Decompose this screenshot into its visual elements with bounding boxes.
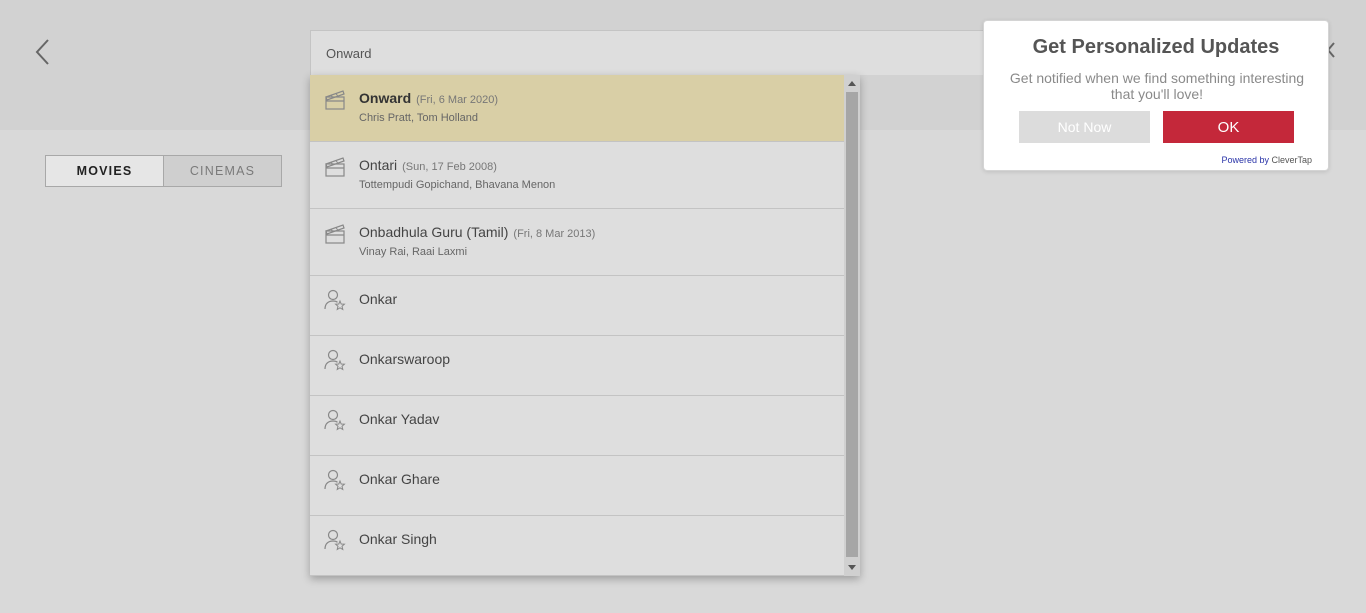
release-date: (Sun, 17 Feb 2008) xyxy=(402,161,497,173)
person-star-icon xyxy=(324,529,346,551)
person-star-icon xyxy=(324,409,346,431)
chevron-left-icon xyxy=(35,39,49,65)
suggestion-item[interactable]: Onkar Singh xyxy=(310,516,844,576)
person-name: Onkar Singh xyxy=(359,531,437,547)
suggestion-item[interactable]: Onkarswaroop xyxy=(310,336,844,396)
person-name: Onkar xyxy=(359,291,398,307)
search-field[interactable] xyxy=(310,30,1030,75)
person-name: Onkar Yadav xyxy=(359,411,440,427)
powered-by[interactable]: Powered by CleverTap xyxy=(1221,155,1312,165)
powered-by-prefix: Powered by xyxy=(1221,155,1272,165)
movie-title: Onward xyxy=(359,90,412,106)
scroll-down-icon[interactable] xyxy=(848,565,856,570)
category-tabs: MOVIES CINEMAS xyxy=(45,155,282,187)
tab-cinemas[interactable]: CINEMAS xyxy=(164,156,281,186)
tab-movies[interactable]: MOVIES xyxy=(46,156,164,186)
cast-list: Vinay Rai, Raai Laxmi xyxy=(359,246,468,258)
suggestion-item[interactable]: Onbadhula Guru (Tamil) (Fri, 8 Mar 2013) … xyxy=(310,209,844,276)
cast-list: Chris Pratt, Tom Holland xyxy=(359,112,479,124)
notification-prompt: Get Personalized Updates Get notified wh… xyxy=(983,20,1329,171)
notification-title: Get Personalized Updates xyxy=(1032,36,1280,58)
ok-button[interactable]: OK xyxy=(1163,111,1294,143)
clevertap-brand-a: Clever xyxy=(1271,155,1298,165)
person-name: Onkarswaroop xyxy=(359,351,451,367)
not-now-button[interactable]: Not Now xyxy=(1019,111,1150,143)
suggestion-item[interactable]: Onward (Fri, 6 Mar 2020) Chris Pratt, Tom… xyxy=(310,75,844,142)
person-name: Onkar Ghare xyxy=(359,471,440,487)
release-date: (Fri, 6 Mar 2020) xyxy=(416,94,499,106)
suggestion-item[interactable]: Onkar Ghare xyxy=(310,456,844,516)
suggestions-list: Onward (Fri, 6 Mar 2020) Chris Pratt, Tom… xyxy=(310,75,844,576)
clapperboard-icon xyxy=(325,90,345,110)
movie-title: Ontari xyxy=(359,157,398,173)
suggestion-title: Onward (Fri, 6 Mar 2020) xyxy=(359,90,498,106)
person-star-icon xyxy=(324,289,346,311)
suggestion-item[interactable]: Onkar xyxy=(310,276,844,336)
notification-message: Get notified when we find something inte… xyxy=(1009,70,1305,102)
search-suggestions-dropdown: Onward (Fri, 6 Mar 2020) Chris Pratt, Tom… xyxy=(310,75,860,576)
movie-title: Onbadhula Guru (Tamil) xyxy=(359,224,509,240)
suggestion-item[interactable]: Ontari (Sun, 17 Feb 2008) Tottempudi Gopi… xyxy=(310,142,844,209)
cast-list: Tottempudi Gopichand, Bhavana Menon xyxy=(359,179,556,191)
suggestion-title: Onbadhula Guru (Tamil) (Fri, 8 Mar 2013) xyxy=(359,224,595,240)
clapperboard-icon xyxy=(325,157,345,177)
clevertap-brand-b: Tap xyxy=(1297,155,1312,165)
back-button[interactable] xyxy=(28,34,58,70)
suggestion-title: Ontari (Sun, 17 Feb 2008) xyxy=(359,157,497,173)
search-input[interactable] xyxy=(311,31,1029,75)
release-date: (Fri, 8 Mar 2013) xyxy=(513,228,596,240)
scroll-up-icon[interactable] xyxy=(848,81,856,86)
person-star-icon xyxy=(324,469,346,491)
suggestion-item[interactable]: Onkar Yadav xyxy=(310,396,844,456)
dropdown-scrollbar[interactable] xyxy=(844,75,860,576)
clapperboard-icon xyxy=(325,224,345,244)
person-star-icon xyxy=(324,349,346,371)
scrollbar-thumb[interactable] xyxy=(846,92,858,557)
